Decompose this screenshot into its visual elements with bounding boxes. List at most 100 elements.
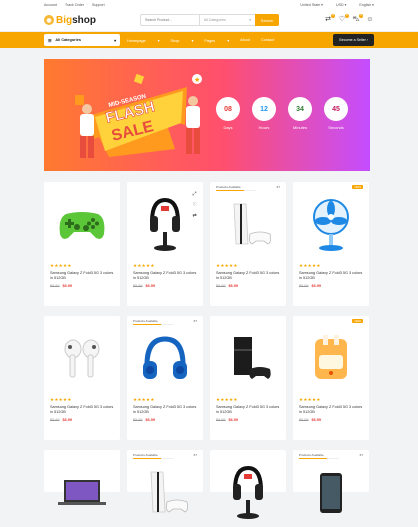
- product-card[interactable]: NEW ★★★★★ Samsung Galaxy Z Fold3 5G 3 colo…: [293, 182, 369, 306]
- menu-item-contact[interactable]: Contact: [261, 38, 274, 43]
- console-white-image[interactable]: [133, 459, 197, 527]
- product-price: $9.99 $6.99: [216, 284, 280, 288]
- product-title[interactable]: Samsung Galaxy Z Fold3 5G 3 colors in 51…: [50, 405, 114, 415]
- console-black-image[interactable]: [216, 325, 280, 393]
- product-card[interactable]: [210, 450, 286, 519]
- earbuds-image[interactable]: [50, 325, 114, 393]
- availability-label: Products Available: [299, 453, 324, 457]
- product-card[interactable]: Products Available 67: [127, 450, 203, 513]
- product-title[interactable]: Samsung Galaxy Z Fold3 5G 3 colors in 51…: [299, 271, 363, 281]
- product-price: $9.99 $6.99: [216, 418, 280, 422]
- chevron-down-icon: ▾: [249, 18, 251, 22]
- product-title[interactable]: Samsung Galaxy Z Fold3 5G 3 colors in 51…: [299, 405, 363, 415]
- search-button[interactable]: Search: [255, 14, 279, 26]
- search-category-select[interactable]: All Categories ▾: [199, 15, 255, 25]
- laptop-image[interactable]: [50, 459, 114, 527]
- headset-stand-image[interactable]: [216, 459, 280, 527]
- old-price: $9.99: [216, 284, 226, 289]
- cart-count-badge: 0: [359, 14, 363, 18]
- user-icon[interactable]: ☺: [366, 16, 374, 24]
- account-link[interactable]: Account: [44, 3, 57, 7]
- site-logo[interactable]: ◉ Big shop: [44, 15, 136, 26]
- headset-stand-image[interactable]: [133, 191, 197, 259]
- availability-count: 67: [359, 453, 363, 457]
- countdown-days: 08 Days: [216, 97, 240, 130]
- product-card[interactable]: ★★★★★ Samsung Galaxy Z Fold3 5G 3 colors …: [44, 316, 120, 440]
- availability-label: Products Available: [133, 453, 158, 457]
- svg-text:★: ★: [194, 76, 200, 84]
- main-menu: Homepage ▾ Shop ▾ Pages ▾ About Contact: [127, 38, 285, 43]
- countdown-seconds: 45 Seconds: [324, 97, 348, 130]
- currency-select[interactable]: USD ▾: [330, 3, 346, 7]
- product-price: $9.99 $6.99: [299, 418, 363, 422]
- product-card[interactable]: Products Available 67: [293, 450, 369, 513]
- compare-icon[interactable]: ⇄ 2: [324, 14, 335, 24]
- menu-item-about[interactable]: About: [240, 38, 250, 43]
- product-card[interactable]: NEW ★★★★★ Samsung Galaxy Z Fold3 5G 3 colo…: [293, 316, 369, 440]
- product-card[interactable]: Products Available 67 ★★★★★ Samsung Galaxy …: [127, 316, 203, 440]
- utility-links: Account Track Order Support: [44, 3, 112, 7]
- phone-image[interactable]: [299, 459, 363, 527]
- wishlist-icon[interactable]: ♡ 2: [338, 14, 349, 24]
- support-link[interactable]: Support: [92, 3, 105, 7]
- fan-image[interactable]: [299, 191, 363, 259]
- wishlist-icon[interactable]: ♡: [193, 203, 197, 208]
- menu-item-shop[interactable]: Shop ▾: [171, 38, 194, 43]
- availability-count: 67: [193, 319, 197, 323]
- availability-indicator: Products Available 67: [133, 453, 197, 459]
- rating-stars: ★★★★★: [299, 397, 321, 402]
- language-select[interactable]: English ▾: [353, 3, 374, 7]
- old-price: $9.99: [50, 418, 60, 423]
- menu-item-homepage[interactable]: Homepage ▾: [127, 38, 160, 43]
- headphones-image[interactable]: [133, 325, 197, 393]
- new-badge: NEW: [352, 185, 363, 189]
- availability-label: Products Available: [133, 319, 158, 323]
- all-categories-button[interactable]: ☰ All Categories ▾: [44, 34, 120, 46]
- menu-icon: ☰: [48, 38, 52, 43]
- sale-price: $6.99: [145, 418, 156, 423]
- product-card[interactable]: ⤢ ♡ ⇄ ★★★★★ Samsung Galaxy Z Fold3 5G 3 colo…: [127, 182, 203, 306]
- category-select-label: All Categories: [204, 18, 226, 22]
- product-title[interactable]: Samsung Galaxy Z Fold3 5G 3 colors in 51…: [216, 405, 280, 415]
- product-card[interactable]: ★★★★★ Samsung Galaxy Z Fold3 5G 3 colors …: [44, 182, 120, 306]
- cart-icon[interactable]: ⛍ 0: [352, 14, 363, 24]
- availability-bar: [133, 458, 173, 459]
- product-price: $9.99 $6.99: [50, 418, 114, 422]
- wishlist-count-badge: 2: [345, 14, 349, 18]
- console-white-image[interactable]: [216, 191, 280, 259]
- old-price: $9.99: [216, 418, 226, 423]
- expand-icon[interactable]: ⤢: [193, 192, 197, 197]
- flash-sale-banner[interactable]: MID-SEASON FLASH SALE ★ 08 Days 12 Hours 3…: [44, 59, 370, 171]
- availability-bar: [133, 324, 173, 325]
- compare-count-badge: 2: [331, 14, 335, 18]
- product-card[interactable]: ★★★★★ Samsung Galaxy Z Fold3 5G 3 colors …: [210, 316, 286, 440]
- availability-count: 67: [193, 453, 197, 457]
- sale-price: $6.99: [228, 418, 239, 423]
- toaster-image[interactable]: [299, 325, 363, 393]
- gamepad-image[interactable]: [50, 191, 114, 259]
- product-title[interactable]: Samsung Galaxy Z Fold3 5G 3 colors in 51…: [133, 271, 197, 281]
- become-seller-button[interactable]: Become a Seller ›: [333, 34, 374, 46]
- new-badge: NEW: [352, 319, 363, 323]
- compare-icon[interactable]: ⇄: [193, 214, 197, 219]
- product-title[interactable]: Samsung Galaxy Z Fold3 5G 3 colors in 51…: [216, 271, 280, 281]
- track-order-link[interactable]: Track Order: [65, 3, 84, 7]
- search-input[interactable]: [141, 15, 199, 25]
- product-title[interactable]: Samsung Galaxy Z Fold3 5G 3 colors in 51…: [133, 405, 197, 415]
- product-card[interactable]: [44, 450, 120, 505]
- chevron-down-icon: ▾: [114, 38, 116, 43]
- main-header: ◉ Bigshop All Categories ▾ Search ⇄2 ♡2 …: [0, 9, 418, 32]
- product-price: $9.99 $6.99: [299, 284, 363, 288]
- nav-bar: ☰ All Categories ▾ Homepage ▾ Shop ▾ Pag…: [0, 32, 418, 48]
- availability-label: Products Available: [216, 185, 241, 189]
- availability-indicator: Products Available 67: [133, 319, 197, 325]
- product-price: $9.99 $6.99: [133, 284, 197, 288]
- region-select[interactable]: United State ▾: [294, 3, 323, 7]
- countdown-minutes: 34 Minutes: [288, 97, 312, 130]
- availability-indicator: Products Available 67: [216, 185, 280, 191]
- menu-item-pages[interactable]: Pages ▾: [204, 38, 229, 43]
- product-title[interactable]: Samsung Galaxy Z Fold3 5G 3 colors in 51…: [50, 271, 114, 281]
- rating-stars: ★★★★★: [50, 397, 72, 402]
- rating-stars: ★★★★★: [216, 397, 238, 402]
- product-card[interactable]: Products Available 67 ★★★★★ Samsung Galaxy …: [210, 182, 286, 306]
